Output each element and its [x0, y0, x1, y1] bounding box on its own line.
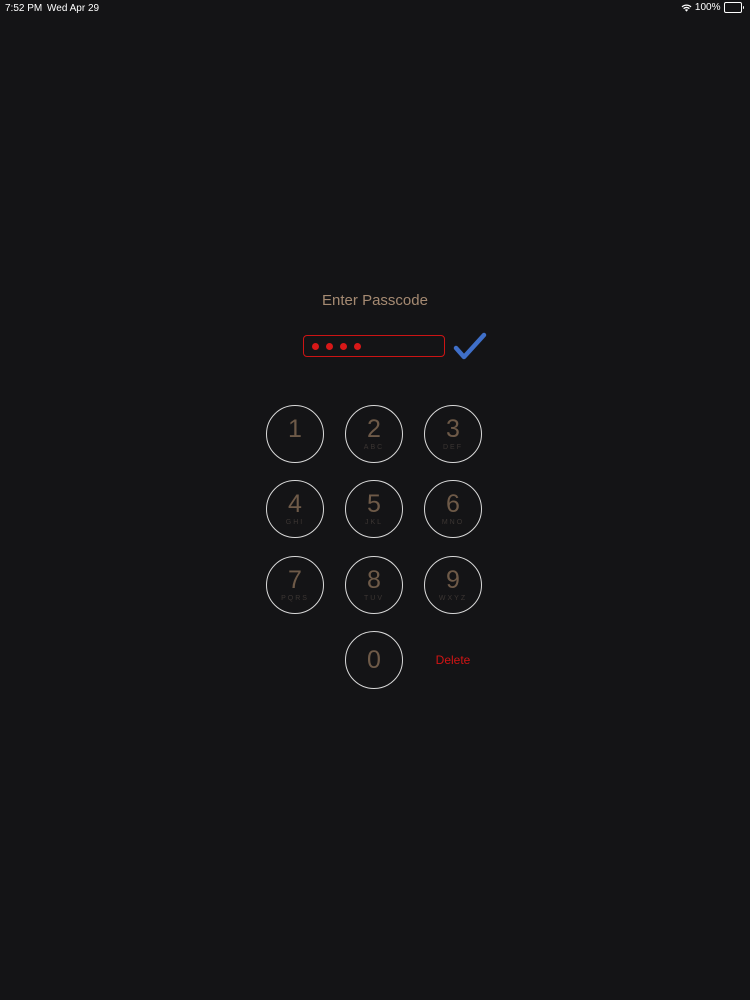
key-letters: ABC — [363, 444, 385, 451]
battery-icon — [723, 2, 744, 13]
status-indicators: 100% — [681, 2, 744, 13]
key-letters: MNO — [441, 519, 465, 526]
key-3[interactable]: 3 DEF — [424, 405, 482, 463]
key-digit: 4 — [288, 490, 302, 518]
key-digit: 9 — [446, 566, 460, 594]
key-digit: 3 — [446, 415, 460, 443]
key-letters: DEF — [443, 444, 463, 451]
key-6[interactable]: 6 MNO — [424, 480, 482, 538]
status-bar: 7:52 PM Wed Apr 29 100% — [0, 0, 750, 16]
page-title: Enter Passcode — [322, 292, 428, 309]
key-letters: TUV — [364, 595, 384, 602]
pin-dot — [354, 342, 361, 350]
key-8[interactable]: 8 TUV — [345, 556, 403, 614]
wifi-icon — [681, 4, 692, 12]
key-7[interactable]: 7 PQRS — [266, 556, 324, 614]
key-letters: GHI — [285, 519, 305, 526]
key-5[interactable]: 5 JKL — [345, 480, 403, 538]
status-date: Wed Apr 29 — [47, 3, 100, 14]
confirm-button[interactable] — [453, 332, 487, 362]
key-digit: 0 — [367, 646, 381, 674]
key-digit: 6 — [446, 490, 460, 518]
key-digit: 8 — [367, 566, 381, 594]
delete-button[interactable]: Delete — [424, 650, 482, 670]
passcode-field[interactable] — [303, 335, 445, 357]
key-4[interactable]: 4 GHI — [266, 480, 324, 538]
key-2[interactable]: 2 ABC — [345, 405, 403, 463]
key-digit: 5 — [367, 490, 381, 518]
pin-dot — [312, 342, 319, 350]
key-digit: 2 — [367, 415, 381, 443]
key-digit: 7 — [288, 566, 302, 594]
pin-dot — [340, 342, 347, 350]
status-time: 7:52 PM — [5, 3, 43, 14]
passcode-screen: 7:52 PM Wed Apr 29 100% Enter Passcode 1… — [0, 0, 750, 1000]
key-digit: 1 — [288, 415, 302, 443]
key-letters: WXYZ — [438, 595, 468, 602]
battery-percent: 100% — [694, 2, 721, 13]
key-letters: PQRS — [281, 595, 309, 602]
key-1[interactable]: 1 — [266, 405, 324, 463]
checkmark-icon — [453, 332, 487, 360]
key-0[interactable]: 0 — [345, 631, 403, 689]
key-letters: JKL — [364, 519, 384, 526]
pin-dot — [326, 342, 333, 350]
key-9[interactable]: 9 WXYZ — [424, 556, 482, 614]
